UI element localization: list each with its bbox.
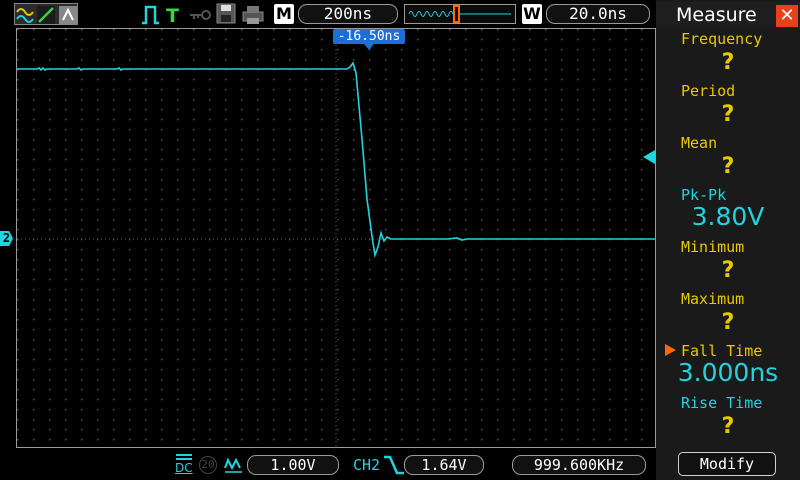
measure-panel: Measure ✕ Frequency ? Period ? Mean ? Pk… xyxy=(656,0,800,480)
measure-value: ? xyxy=(721,50,735,75)
memory-position-bar[interactable] xyxy=(404,4,516,24)
measure-value: ? xyxy=(721,258,735,283)
measure-item-mean[interactable]: Mean ? xyxy=(656,132,800,184)
usb-icon xyxy=(59,6,77,24)
waveform-grid xyxy=(17,29,655,447)
coupling-label: DC xyxy=(175,461,193,475)
acquire-mode-group[interactable] xyxy=(14,3,78,25)
measure-value: ? xyxy=(721,102,735,127)
measure-label: Maximum xyxy=(681,290,745,308)
file-icons xyxy=(216,3,264,24)
measure-label: Period xyxy=(681,82,736,100)
close-icon[interactable]: ✕ xyxy=(776,5,798,27)
trigger-level-marker[interactable] xyxy=(643,150,655,164)
edge-icon xyxy=(37,6,55,24)
falling-edge-icon xyxy=(384,455,404,475)
timebase-readout[interactable]: 200ns xyxy=(298,4,398,24)
invert-waveform-icon xyxy=(224,457,242,473)
trigger-level-readout[interactable]: 1.64V xyxy=(404,455,484,475)
measure-label: Frequency xyxy=(681,30,763,48)
trigger-position-label: -16.50ns xyxy=(333,29,405,44)
measure-label: Rise Time xyxy=(681,394,763,412)
trigger-status-icons: T xyxy=(142,5,211,26)
measure-label: Mean xyxy=(681,134,718,152)
trigger-t-icon: T xyxy=(166,5,179,26)
trigger-position-pointer xyxy=(364,44,374,50)
measure-panel-header: Measure ✕ xyxy=(656,2,800,28)
window-timebase-icon: W xyxy=(522,4,542,24)
measure-value: ? xyxy=(721,414,735,439)
modify-button[interactable]: Modify xyxy=(678,452,776,476)
measure-item-fall-time[interactable]: Fall Time 3.000ns xyxy=(656,340,800,392)
measure-item-rise-time[interactable]: Rise Time ? xyxy=(656,392,800,444)
measure-value: 3.80V xyxy=(691,202,765,231)
measure-value: ? xyxy=(721,310,735,335)
measure-title: Measure xyxy=(676,4,757,26)
save-icon xyxy=(216,3,236,24)
memory-window-marker xyxy=(453,5,460,23)
waveform-icon xyxy=(16,8,34,23)
measure-item-maximum[interactable]: Maximum ? xyxy=(656,288,800,340)
frequency-readout: 999.600KHz xyxy=(512,455,646,475)
key-icon xyxy=(190,10,211,20)
measure-label: Minimum xyxy=(681,238,745,256)
selected-arrow-icon xyxy=(665,344,676,356)
measure-item-frequency[interactable]: Frequency ? xyxy=(656,28,800,80)
window-time-readout[interactable]: 20.0ns xyxy=(546,4,650,24)
printer-icon xyxy=(242,6,264,24)
volts-div-readout[interactable]: 1.00V xyxy=(247,455,339,475)
bandwidth-limit-icon: 20 xyxy=(199,456,217,474)
top-status-bar: T M 200ns W 20.0ns xyxy=(0,0,656,28)
channel2-ground-marker[interactable]: 2 xyxy=(0,231,13,246)
trigger-source-label: CH2 xyxy=(353,456,381,474)
main-timebase-icon: M xyxy=(274,4,294,24)
waveform-display[interactable]: -16.50ns xyxy=(16,28,656,448)
measure-item-period[interactable]: Period ? xyxy=(656,80,800,132)
pulse-icon xyxy=(142,5,159,25)
measure-item-minimum[interactable]: Minimum ? xyxy=(656,236,800,288)
measure-item-pk-pk[interactable]: Pk-Pk 3.80V xyxy=(656,184,800,236)
measure-value: 3.000ns xyxy=(677,358,779,387)
bottom-status-bar: DC 20 1.00V CH2 1.64V 999.600KHz xyxy=(0,448,656,480)
dc-coupling-icon: DC xyxy=(174,452,194,476)
measure-value: ? xyxy=(721,154,735,179)
